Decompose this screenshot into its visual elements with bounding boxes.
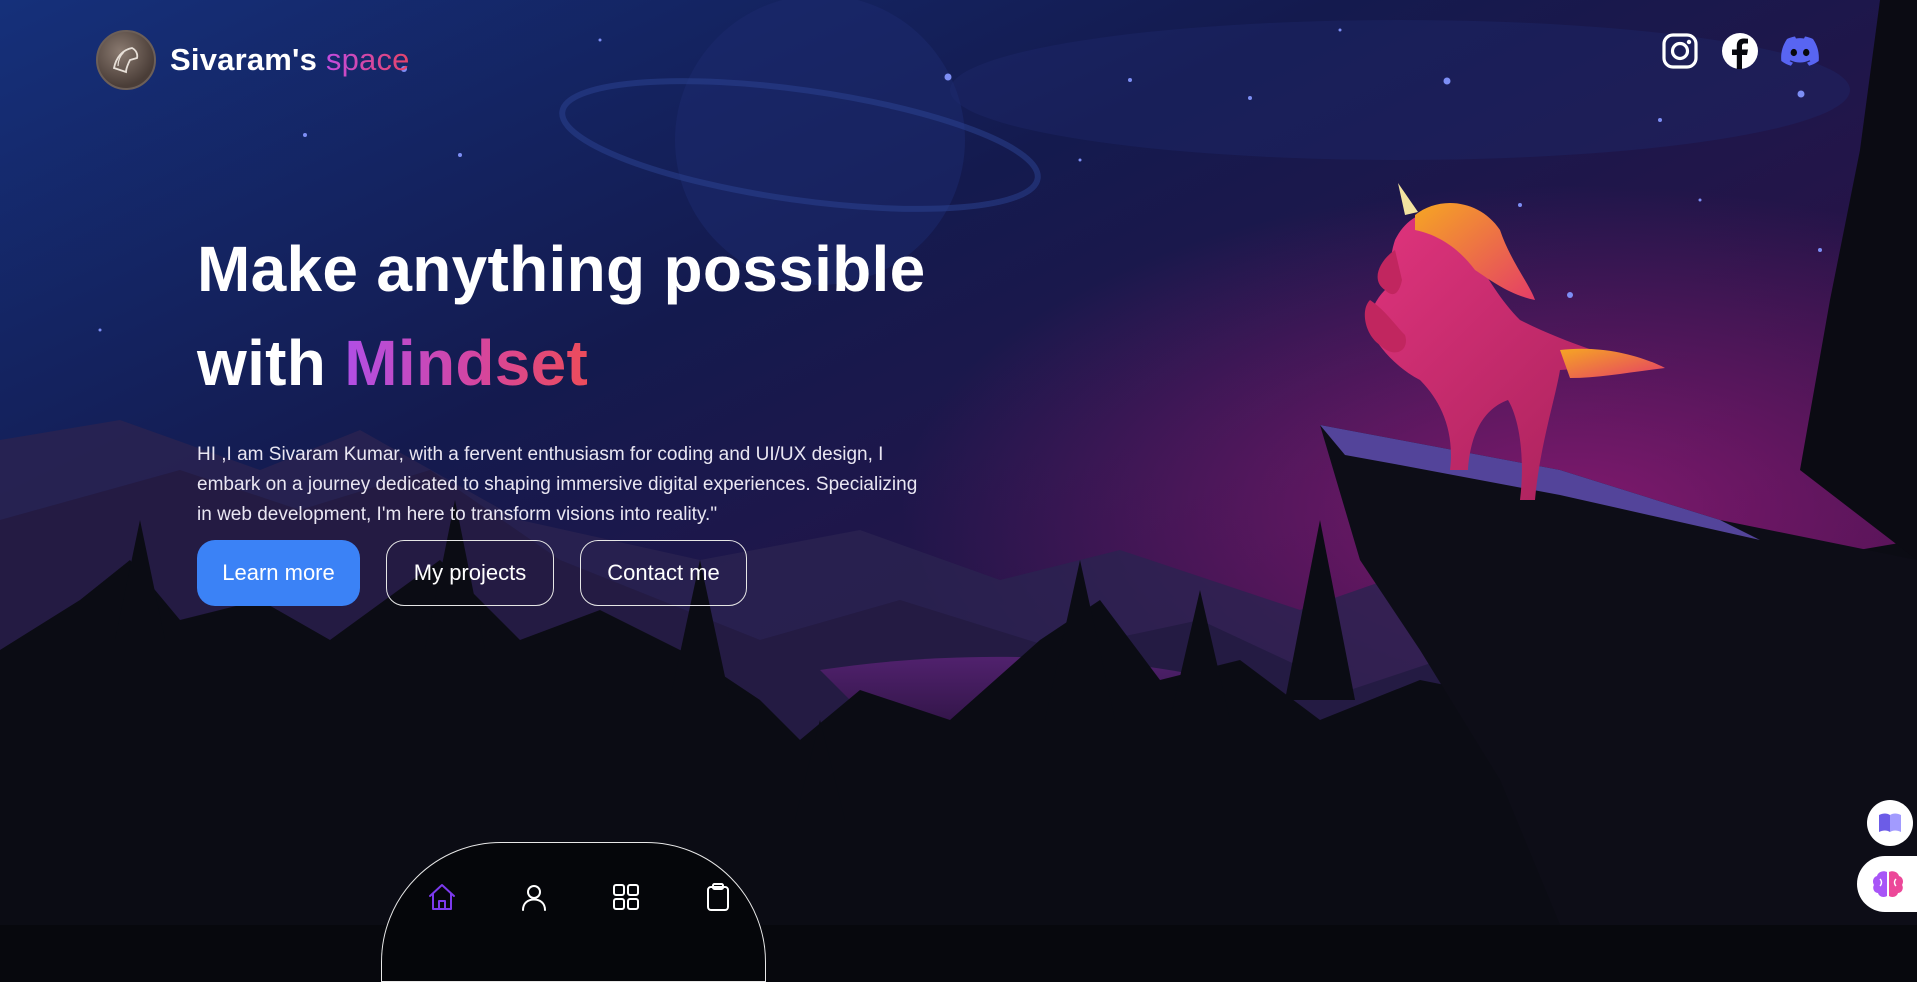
brain-icon bbox=[1873, 871, 1903, 897]
reader-widget-button[interactable] bbox=[1867, 800, 1913, 846]
apps-nav-item[interactable] bbox=[604, 875, 648, 919]
social-links bbox=[1661, 32, 1819, 70]
headline-highlight: Mindset bbox=[344, 327, 589, 399]
grid-icon bbox=[613, 884, 639, 910]
bottom-nav-dock bbox=[381, 842, 766, 982]
headline-prefix: with bbox=[197, 327, 327, 399]
assistant-widget-button[interactable] bbox=[1857, 856, 1917, 912]
hero-headline: Make anything possible with Mindset bbox=[197, 222, 957, 410]
notes-nav-item[interactable] bbox=[696, 875, 740, 919]
profile-nav-item[interactable] bbox=[512, 875, 556, 919]
user-icon bbox=[522, 885, 546, 911]
book-icon bbox=[1879, 813, 1901, 832]
home-nav-item[interactable] bbox=[420, 875, 464, 919]
hero-actions: Learn more My projects Contact me bbox=[197, 540, 747, 606]
instagram-icon[interactable] bbox=[1661, 32, 1699, 70]
brand-name: Sivaram's bbox=[170, 42, 318, 77]
learn-more-button[interactable]: Learn more bbox=[197, 540, 360, 606]
clipboard-icon bbox=[707, 883, 729, 911]
brand-accent: space bbox=[325, 42, 410, 77]
home-icon bbox=[429, 884, 455, 910]
horse-logo-icon bbox=[112, 47, 139, 74]
headline-line-1: Make anything possible bbox=[197, 233, 926, 305]
facebook-icon[interactable] bbox=[1721, 32, 1759, 70]
site-header: Sivaram's space bbox=[96, 28, 410, 92]
contact-me-button[interactable]: Contact me bbox=[580, 540, 747, 606]
hero-description: HI ,I am Sivaram Kumar, with a fervent e… bbox=[197, 444, 918, 525]
avatar[interactable] bbox=[96, 30, 156, 90]
brand-title[interactable]: Sivaram's space bbox=[170, 42, 410, 78]
hero-section: Make anything possible with Mindset HI ,… bbox=[197, 222, 957, 530]
my-projects-button[interactable]: My projects bbox=[386, 540, 554, 606]
discord-icon[interactable] bbox=[1781, 32, 1819, 70]
